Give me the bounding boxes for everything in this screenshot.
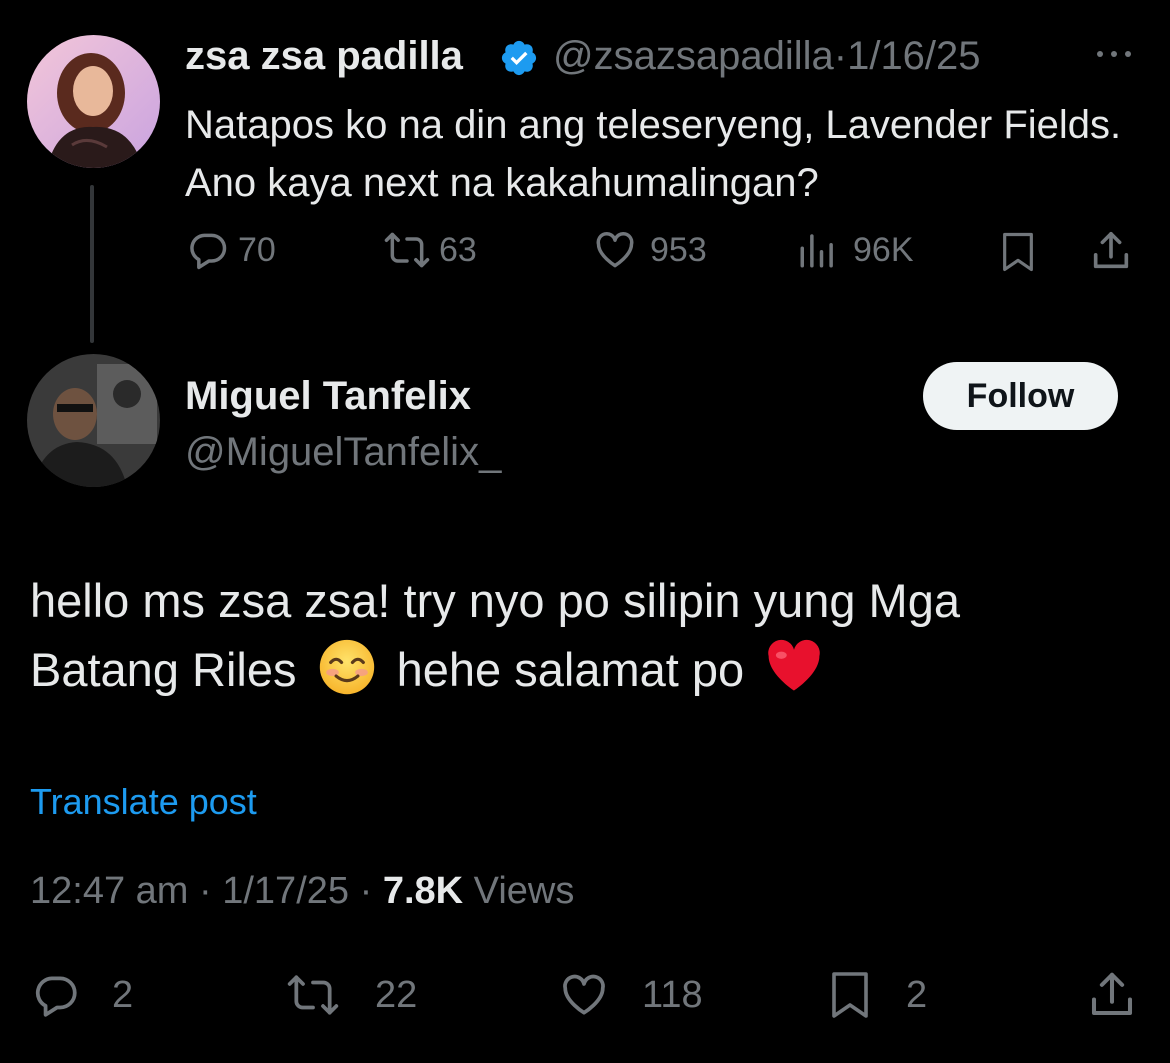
reply-views-label: Views bbox=[473, 870, 575, 912]
heart-icon bbox=[563, 974, 605, 1015]
reply-icon bbox=[35, 976, 77, 1017]
meta-separator: · bbox=[833, 34, 848, 78]
reply-icon bbox=[190, 233, 227, 270]
views-action[interactable]: 96K bbox=[797, 228, 914, 272]
thread-line bbox=[90, 185, 94, 343]
reply-text-line2: Batang Riles hehe salamat po bbox=[30, 635, 1140, 704]
reply-text: hello ms zsa zsa! try nyo po silipin yun… bbox=[30, 566, 1140, 704]
reply-time[interactable]: 12:47 am bbox=[30, 870, 188, 912]
tweet-meta: @zsazsapadilla·1/16/25 bbox=[553, 34, 981, 79]
verified-badge-icon[interactable] bbox=[499, 38, 539, 78]
reply-text-part-b: hehe salamat po bbox=[396, 643, 745, 696]
red-heart-emoji-icon bbox=[768, 639, 820, 691]
reply-timestamp: 12:47 am · 1/17/25 · 7.8K Views bbox=[30, 870, 574, 913]
reply-like-action[interactable]: 118 bbox=[556, 970, 703, 1020]
reply-text-line1: hello ms zsa zsa! try nyo po silipin yun… bbox=[30, 574, 960, 627]
repost-icon bbox=[384, 232, 430, 268]
views-chart-icon bbox=[800, 234, 833, 268]
author-name[interactable]: zsa zsa padilla bbox=[185, 34, 463, 79]
zsazsa-avatar[interactable] bbox=[27, 35, 160, 168]
reply-like-count: 118 bbox=[642, 973, 703, 1016]
timestamp-separator: · bbox=[199, 870, 212, 912]
repost-icon bbox=[287, 975, 339, 1015]
follow-button[interactable]: Follow bbox=[923, 362, 1118, 430]
miguel-avatar[interactable] bbox=[27, 354, 160, 487]
repost-action[interactable]: 63 bbox=[383, 228, 477, 272]
reply-views-count: 7.8K bbox=[382, 870, 464, 912]
tweet-text: Natapos ko na din ang teleseryeng, Laven… bbox=[185, 103, 1122, 205]
share-icon[interactable] bbox=[1084, 968, 1140, 1022]
reply-date[interactable]: 1/17/25 bbox=[222, 870, 349, 912]
author-handle[interactable]: @zsazsapadilla bbox=[553, 34, 834, 78]
ellipsis-icon[interactable] bbox=[1094, 44, 1134, 64]
bookmark-icon[interactable] bbox=[998, 230, 1038, 274]
reply-bookmark-count: 2 bbox=[906, 973, 928, 1016]
reply-bookmark-action[interactable]: 2 bbox=[826, 968, 927, 1022]
like-count: 953 bbox=[650, 230, 707, 269]
smiling-face-emoji-icon bbox=[319, 639, 374, 695]
reply-reply-action[interactable]: 2 bbox=[30, 970, 133, 1020]
timestamp-separator: · bbox=[359, 870, 373, 912]
like-action[interactable]: 953 bbox=[592, 228, 707, 272]
reply-action[interactable]: 70 bbox=[186, 228, 276, 272]
reply-reply-count: 2 bbox=[112, 973, 134, 1016]
translate-post-link[interactable]: Translate post bbox=[30, 781, 257, 823]
reply-count: 70 bbox=[238, 230, 276, 269]
reply-author-name[interactable]: Miguel Tanfelix bbox=[185, 374, 471, 419]
heart-icon bbox=[596, 232, 634, 268]
bookmark-icon bbox=[832, 972, 868, 1018]
reply-repost-count: 22 bbox=[375, 973, 418, 1016]
reply-text-part-a: Batang Riles bbox=[30, 643, 297, 696]
tweet-date[interactable]: 1/16/25 bbox=[847, 34, 980, 78]
repost-count: 63 bbox=[439, 230, 477, 269]
reply-repost-action[interactable]: 22 bbox=[285, 970, 417, 1020]
reply-author-handle[interactable]: @MiguelTanfelix_ bbox=[185, 430, 501, 475]
views-count: 96K bbox=[853, 230, 914, 269]
share-icon[interactable] bbox=[1088, 228, 1134, 274]
